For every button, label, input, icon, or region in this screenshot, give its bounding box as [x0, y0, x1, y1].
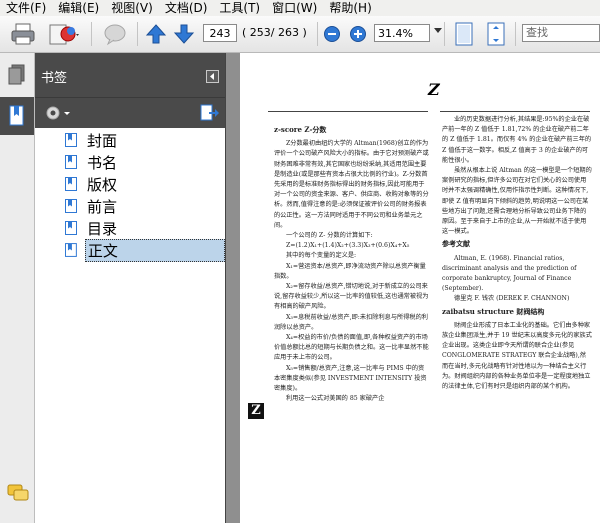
- paragraph: X₁=营运资本/总资产,即净流动资产除以总资产衡量指数。: [274, 262, 426, 280]
- menu-file[interactable]: 文件(F): [0, 0, 52, 16]
- bookmark-copyright[interactable]: 版权: [35, 173, 225, 195]
- next-page-button[interactable]: [173, 20, 195, 48]
- plus-circle-icon: [350, 26, 366, 42]
- bookmark-preface[interactable]: 前言: [35, 195, 225, 217]
- document-viewport[interactable]: Z z-score Z-分数 Z分数最初由纽约大学的 Altman(1968)创立…: [226, 53, 600, 523]
- right-column: 业的历史数据进行分析,其结果是:95%的企业在破产前一年的 Z 值低于 1.81…: [442, 115, 592, 523]
- paragraph: X₅=销售额/总资产,注意,这一比率与 PIMS 中的资本密集度类似(参见 IN…: [274, 364, 427, 393]
- zoom-out-button[interactable]: [322, 20, 342, 48]
- fit-width-icon: [487, 22, 505, 46]
- paragraph: 其中的每个变量的定义是:: [286, 252, 357, 260]
- paragraph: 虽然从根本上说 Altman 的这一模型是一个短期的案例研究的指标,但许多公司在…: [442, 167, 592, 236]
- menu-tools[interactable]: 工具(T): [213, 0, 266, 16]
- paragraph: Z分数最初由纽约大学的 Altman(1968)创立的作为评价一个公司破产风险大…: [274, 140, 429, 229]
- paragraph: 业的历史数据进行分析,其结果是:95%的企业在破产前一年的 Z 值低于 1.81…: [442, 116, 592, 164]
- minus-circle-icon: [324, 26, 340, 42]
- bookmark-list: 封面 书名 版权 前言 目录 正文: [35, 129, 225, 262]
- bookmark-label: 书名: [87, 153, 118, 172]
- bookmark-label: 封面: [87, 131, 118, 150]
- toolbar-separator: [317, 22, 318, 46]
- paragraph: X₄=权益的市价/负债的面值,即,各种权益资产的市场价值总额比总的短期与长期负债…: [274, 334, 429, 362]
- paragraph: 财阀企业形成了日本工业化的基础。它们由多种家族企业集团派生,并于 19 世纪末以…: [442, 321, 592, 391]
- search-input[interactable]: 查找: [522, 24, 600, 42]
- paragraph: 利用这一公式对美国的 85 家破产企: [286, 395, 385, 403]
- divider: [268, 111, 428, 112]
- speech-bubble-icon: [104, 24, 126, 46]
- comments-icon: [7, 484, 29, 501]
- menu-bar: 文件(F) 编辑(E) 视图(V) 文档(D) 工具(T) 窗口(W) 帮助(H…: [0, 0, 600, 16]
- expand-bookmark-button[interactable]: [199, 103, 219, 126]
- bookmark-contents[interactable]: 目录: [35, 217, 225, 239]
- fit-page-button[interactable]: [451, 20, 477, 48]
- pdf-page: Z z-score Z-分数 Z分数最初由纽约大学的 Altman(1968)创立…: [240, 53, 600, 523]
- page-count-label: ( 253/ 263 ): [242, 26, 307, 39]
- bookmark-icon: [65, 199, 77, 213]
- bookmarks-panel-button[interactable]: [0, 97, 34, 135]
- pages-icon: [8, 64, 25, 85]
- section-heading: zaibatsu structure 财阀结构: [442, 306, 545, 316]
- paragraph: 一个公司的 Z- 分数的计算如下:: [286, 232, 373, 240]
- triangle-left-icon: [210, 73, 214, 80]
- gear-icon: [46, 106, 70, 120]
- bookmark-icon: [65, 221, 77, 235]
- section-heading: 参考文献: [442, 239, 470, 249]
- page-number-input[interactable]: 243: [203, 24, 237, 42]
- print-button[interactable]: [8, 20, 38, 48]
- bookmark-panel-title: 书签: [41, 71, 68, 86]
- options-button[interactable]: [45, 104, 73, 125]
- section-marker: Z: [248, 403, 264, 419]
- divider: [440, 111, 590, 112]
- bookmark-panel-header: 书签: [35, 53, 225, 97]
- paragraph: Altman, E. (1968). Financial ratios, dis…: [442, 254, 577, 293]
- bookmark-panel: 书签 封面 书名 版权 前言 目录 正文: [35, 53, 226, 523]
- arrow-up-icon: [145, 24, 167, 44]
- section-heading: z-score Z-分数: [274, 125, 327, 134]
- bookmark-label: 目录: [87, 219, 118, 238]
- left-column: z-score Z-分数 Z分数最初由纽约大学的 Altman(1968)创立的作…: [274, 123, 430, 523]
- bookmark-label: 正文: [84, 238, 225, 262]
- menu-help[interactable]: 帮助(H): [323, 0, 377, 16]
- paragraph: 德里克 F. 钱农 (DEREK F. CHANNON): [454, 295, 570, 303]
- paragraph: Z=(1.2)X₁+(1.4)X₂+(3.3)X₃+(0.6)X₄+X₅: [286, 242, 410, 250]
- bookmark-title-page[interactable]: 书名: [35, 151, 225, 173]
- bookmark-toolbar: [35, 97, 225, 128]
- menu-window[interactable]: 窗口(W): [266, 0, 323, 16]
- bookmark-label: 版权: [87, 175, 118, 194]
- menu-view[interactable]: 视图(V): [105, 0, 159, 16]
- menu-document[interactable]: 文档(D): [159, 0, 214, 16]
- toolbar-separator: [444, 22, 445, 46]
- bookmark-icon: [65, 243, 77, 257]
- bookmark-icon: [65, 155, 77, 169]
- toolbar-separator: [91, 22, 92, 46]
- fit-width-button[interactable]: [483, 20, 509, 48]
- bookmark-go-icon: [200, 104, 219, 121]
- bookmark-icon: [65, 133, 77, 147]
- comment-button[interactable]: [100, 20, 130, 48]
- create-pdf-icon: [49, 24, 79, 45]
- chevron-down-icon[interactable]: [434, 28, 442, 33]
- toolbar-separator: [137, 22, 138, 46]
- navigation-strip: [0, 53, 35, 523]
- zoom-input[interactable]: 31.4%: [374, 24, 430, 42]
- bookmark-cover[interactable]: 封面: [35, 129, 225, 151]
- bookmark-icon: [65, 177, 77, 191]
- panel-options-button[interactable]: [206, 70, 219, 83]
- menu-edit[interactable]: 编辑(E): [52, 0, 105, 16]
- arrow-down-icon: [173, 24, 195, 44]
- paragraph: X₃=息税前收益/总资产,即:未扣除利息与所得税的利润除以总资产。: [274, 313, 428, 331]
- toolbar-separator: [515, 22, 516, 46]
- previous-page-button[interactable]: [145, 20, 167, 48]
- create-pdf-button[interactable]: [44, 20, 84, 48]
- printer-icon: [11, 23, 35, 45]
- page-header-letter: Z: [428, 80, 440, 99]
- bookmark-icon: [9, 105, 24, 126]
- paragraph: X₂=留存收益/总资产,错切地说,对于新成立的公司来说,留存收益较少,所以这一比…: [274, 283, 429, 311]
- zoom-in-button[interactable]: [348, 20, 368, 48]
- comments-panel-button[interactable]: [7, 483, 29, 506]
- bookmark-label: 前言: [87, 197, 118, 216]
- pages-panel-button[interactable]: [6, 63, 28, 90]
- fit-page-icon: [455, 22, 473, 46]
- bookmark-main-text[interactable]: 正文: [35, 238, 225, 262]
